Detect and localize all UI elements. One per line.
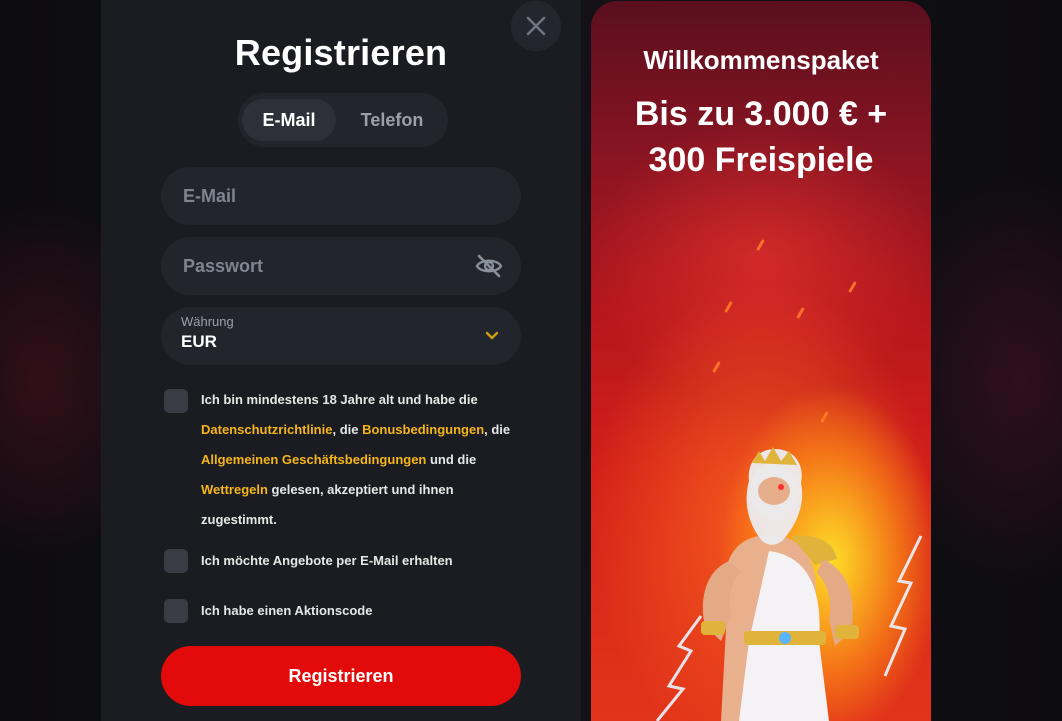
promo-offer-line-1: Bis zu 3.000 € + [634,95,888,133]
eye-slash-icon[interactable] [473,250,505,282]
newsletter-checkbox[interactable] [164,549,188,573]
ember-spark [796,307,805,319]
ember-spark [820,411,829,423]
tab-email[interactable]: E-Mail [242,99,336,141]
ember-spark [724,301,733,313]
promo-offer-line-2: 300 Freispiele [648,141,874,179]
ember-spark [848,281,857,293]
bonus-terms-link[interactable]: Bonusbedingungen [362,422,484,437]
currency-value: EUR [181,332,217,351]
consent-text-2: , die [332,422,363,437]
close-button[interactable] [511,1,561,51]
promo-offer: Bis zu 3.000 € + 300 Freispiele [591,91,931,183]
auth-method-tabs: E-Mail Telefon [238,93,448,147]
tab-phone[interactable]: Telefon [342,99,442,141]
ember-spark [756,239,765,251]
register-button[interactable]: Registrieren [161,646,521,706]
promo-title: Willkommenspaket [643,45,879,75]
newsletter-label: Ich möchte Angebote per E-Mail erhalten [201,553,453,568]
welcome-promo-panel: Willkommenspaket Bis zu 3.000 € + 300 Fr… [591,1,931,721]
age-terms-text: Ich bin mindestens 18 Jahre alt und habe… [201,385,531,535]
general-terms-link[interactable]: Allgemeinen Geschäftsbedingungen [201,452,426,467]
currency-select[interactable]: Währung EUR [161,307,521,365]
email-input[interactable] [161,167,521,225]
consent-text-3: , die [484,422,511,437]
promo-code-checkbox[interactable] [164,599,188,623]
consent-text-1: Ich bin mindestens 18 Jahre alt und habe… [201,392,478,407]
chevron-down-icon [485,331,499,340]
betting-rules-link[interactable]: Wettregeln [201,482,268,497]
privacy-policy-link[interactable]: Datenschutzrichtlinie [201,422,332,437]
modal-title: Registrieren [234,32,448,73]
consent-text-4: und die [426,452,477,467]
password-input[interactable] [161,237,521,295]
ember-spark [712,361,721,373]
zeus-hero-illustration [655,447,923,721]
registration-modal: Registrieren E-Mail Telefon Währung EUR … [101,0,581,721]
close-icon [526,16,546,36]
currency-label: Währung [181,314,234,329]
age-terms-checkbox[interactable] [164,389,188,413]
promo-code-label: Ich habe einen Aktionscode [201,603,373,618]
